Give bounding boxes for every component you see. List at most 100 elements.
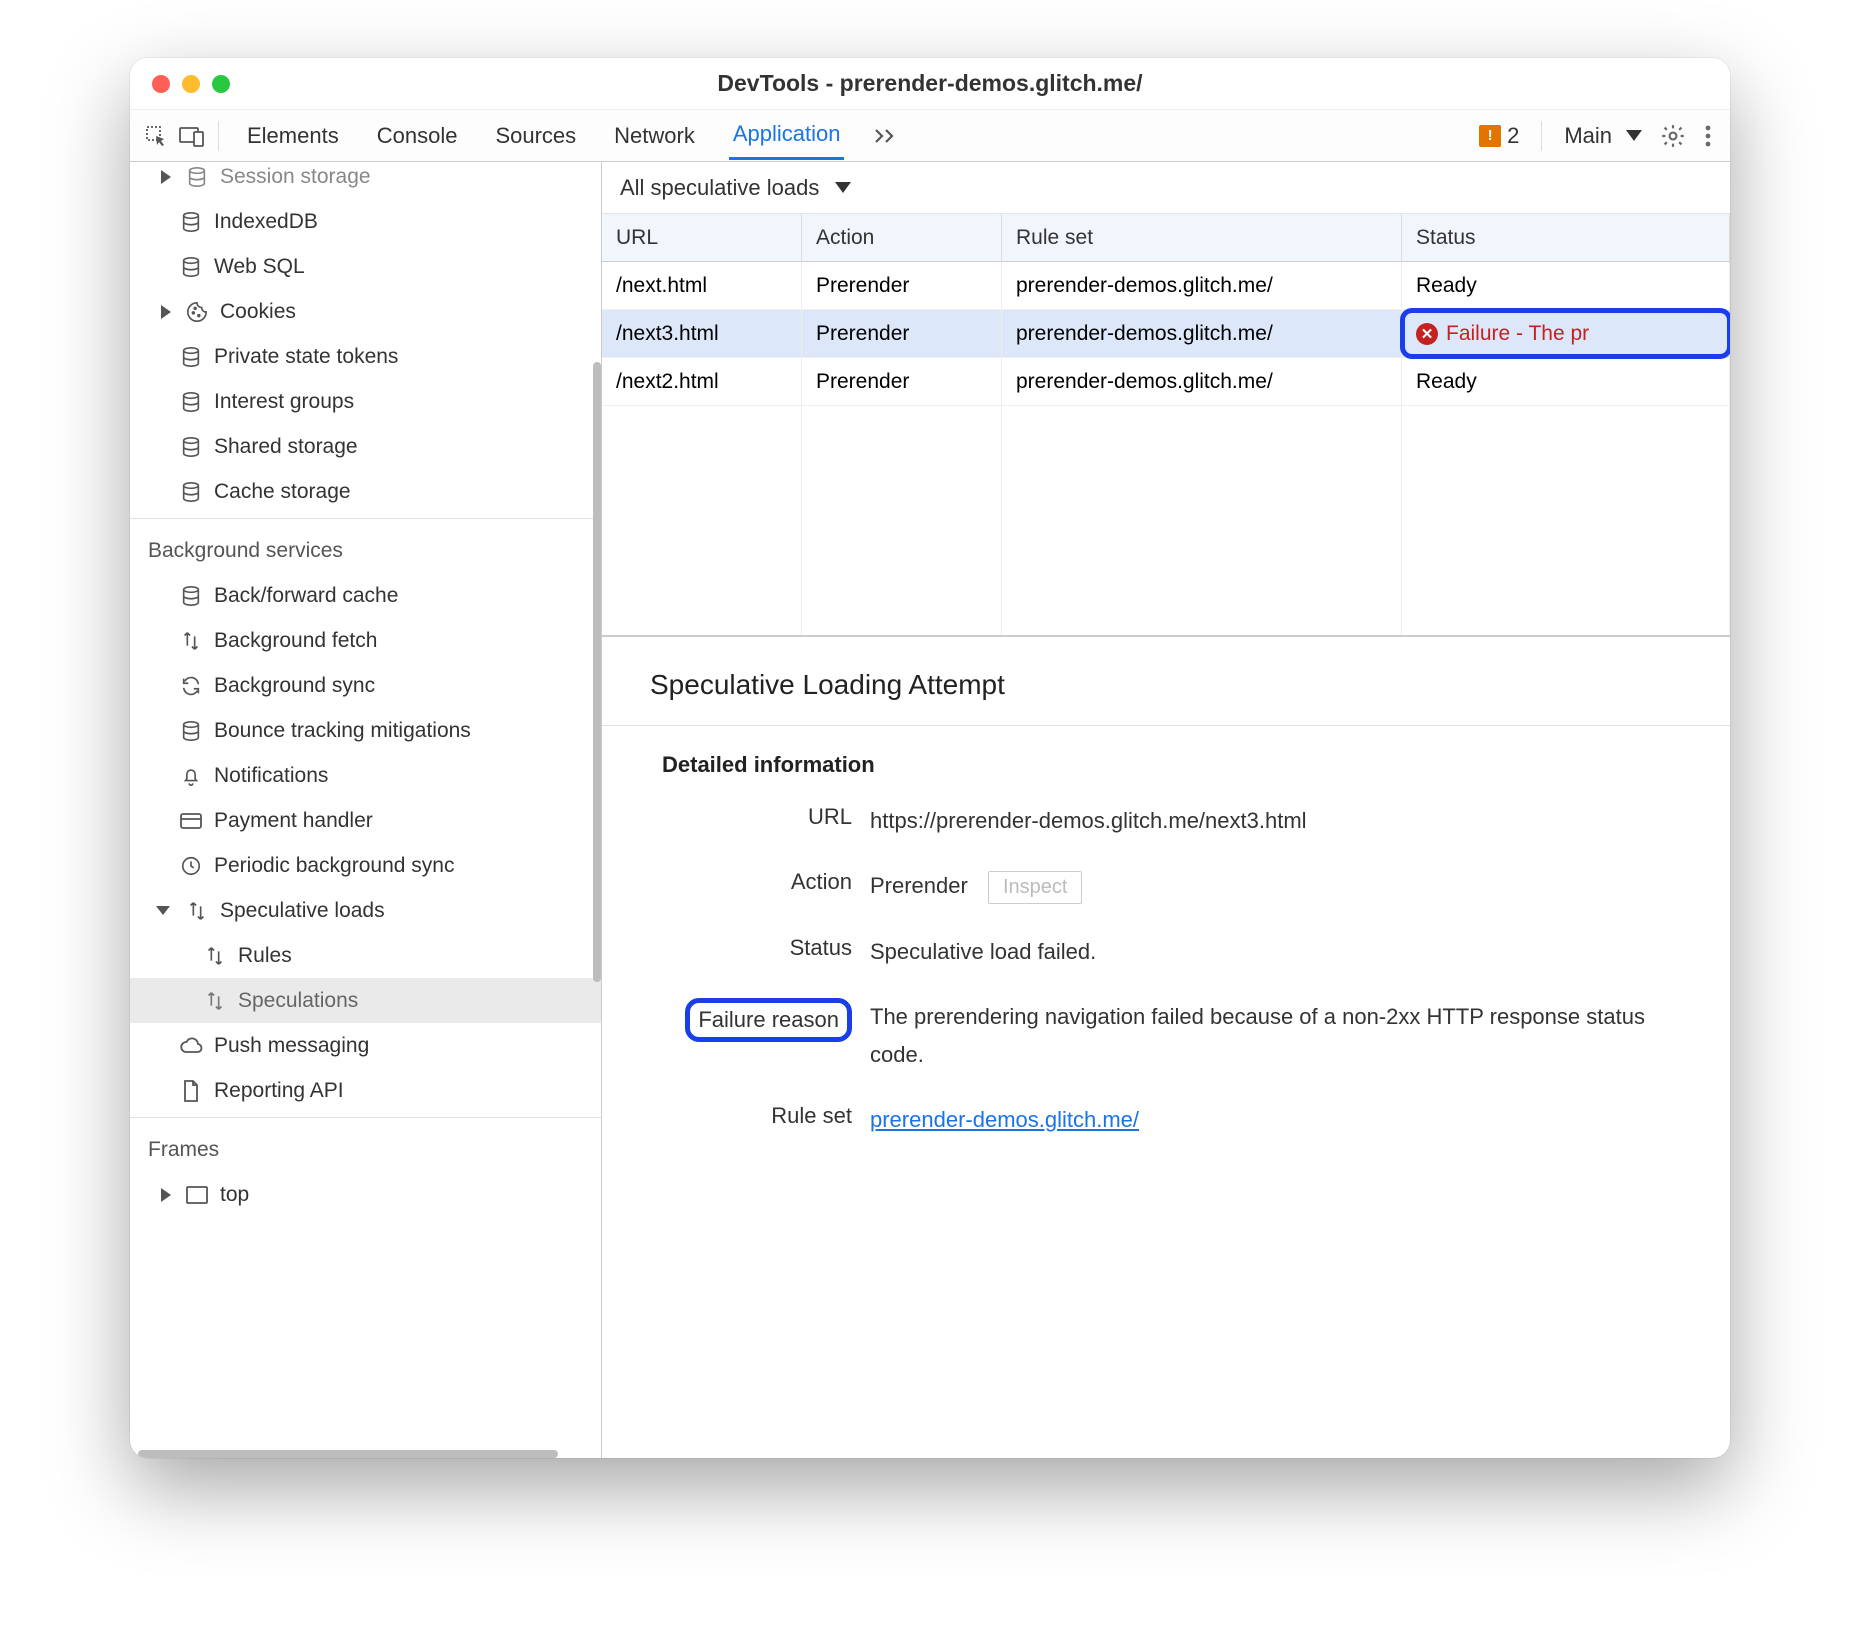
- disclosure-icon: [161, 1188, 171, 1202]
- tab-application[interactable]: Application: [729, 111, 845, 160]
- detail-row-ruleset: Rule set prerender-demos.glitch.me/: [662, 1101, 1690, 1138]
- sidebar-item-push-messaging[interactable]: Push messaging: [130, 1023, 601, 1068]
- sidebar-item-shared-storage[interactable]: Shared storage: [130, 424, 601, 469]
- cell-url: /next.html: [602, 262, 802, 309]
- toolbar-divider: [218, 121, 219, 151]
- detail-value: The prerendering navigation failed becau…: [870, 998, 1690, 1073]
- sidebar-item-rules[interactable]: Rules: [130, 933, 601, 978]
- sidebar-item-periodic-sync[interactable]: Periodic background sync: [130, 843, 601, 888]
- detail-value: https://prerender-demos.glitch.me/next3.…: [870, 802, 1690, 839]
- sidebar-section-frames: Frames: [130, 1117, 601, 1172]
- sidebar-item-websql[interactable]: Web SQL: [130, 244, 601, 289]
- sidebar-item-label: top: [220, 1183, 249, 1207]
- table-row[interactable]: /next2.html Prerender prerender-demos.gl…: [602, 358, 1730, 406]
- tab-sources[interactable]: Sources: [491, 113, 580, 159]
- cell-action: Prerender: [802, 262, 1002, 309]
- sidebar-item-label: Push messaging: [214, 1034, 369, 1058]
- sidebar-item-bfcache[interactable]: Back/forward cache: [130, 573, 601, 618]
- database-icon: [178, 479, 204, 505]
- cell-status: Ready: [1402, 262, 1730, 309]
- sidebar-scrollbar-horizontal[interactable]: [138, 1450, 558, 1458]
- sidebar-item-label: Web SQL: [214, 255, 305, 279]
- sidebar-item-label: Cookies: [220, 300, 296, 324]
- file-icon: [178, 1078, 204, 1104]
- col-status[interactable]: Status: [1402, 214, 1730, 262]
- detail-row-url: URL https://prerender-demos.glitch.me/ne…: [662, 802, 1690, 839]
- device-toggle-icon[interactable]: [178, 122, 206, 150]
- ruleset-link[interactable]: prerender-demos.glitch.me/: [870, 1107, 1139, 1132]
- sidebar-item-label: Session storage: [220, 165, 371, 189]
- tab-console[interactable]: Console: [373, 113, 462, 159]
- sidebar-section-background-services: Background services: [130, 518, 601, 573]
- detail-row-action: Action Prerender Inspect: [662, 867, 1690, 904]
- minimize-window-button[interactable]: [182, 75, 200, 93]
- cell-ruleset: prerender-demos.glitch.me/: [1002, 358, 1402, 405]
- sidebar-item-frame-top[interactable]: top: [130, 1172, 601, 1217]
- table-row[interactable]: /next.html Prerender prerender-demos.gli…: [602, 262, 1730, 310]
- more-tabs-icon[interactable]: [874, 128, 898, 144]
- sidebar-scrollbar-vertical[interactable]: [593, 362, 601, 982]
- titlebar: DevTools - prerender-demos.glitch.me/: [130, 58, 1730, 110]
- database-icon: [184, 164, 210, 190]
- sidebar-item-cookies[interactable]: Cookies: [130, 289, 601, 334]
- sidebar-item-payment-handler[interactable]: Payment handler: [130, 798, 601, 843]
- sidebar-item-speculative-loads[interactable]: Speculative loads: [130, 888, 601, 933]
- close-window-button[interactable]: [152, 75, 170, 93]
- table-row[interactable]: /next3.html Prerender prerender-demos.gl…: [602, 310, 1730, 358]
- inspect-icon[interactable]: [142, 122, 170, 150]
- sync-icon: [178, 673, 204, 699]
- panel-tabs: Elements Console Sources Network Applica…: [243, 111, 1471, 160]
- section-title: Speculative Loading Attempt: [602, 637, 1730, 726]
- filter-dropdown[interactable]: All speculative loads: [602, 162, 1730, 214]
- detail-label: Rule set: [662, 1101, 852, 1129]
- speculations-table: URL Action Rule set Status /next.html Pr…: [602, 214, 1730, 637]
- sidebar-item-indexeddb[interactable]: IndexedDB: [130, 199, 601, 244]
- sidebar-item-speculations[interactable]: Speculations: [130, 978, 601, 1023]
- sidebar-item-background-fetch[interactable]: Background fetch: [130, 618, 601, 663]
- tab-network[interactable]: Network: [610, 113, 699, 159]
- detail-value: Prerender Inspect: [870, 867, 1690, 904]
- cell-url: /next2.html: [602, 358, 802, 405]
- panel-body: Session storage IndexedDB Web SQL Cookie…: [130, 162, 1730, 1458]
- col-action[interactable]: Action: [802, 214, 1002, 262]
- cell-status: ✕ Failure - The pr: [1402, 310, 1730, 357]
- main-toolbar: Elements Console Sources Network Applica…: [130, 110, 1730, 162]
- warning-icon: !: [1479, 125, 1501, 147]
- sidebar-item-interest-groups[interactable]: Interest groups: [130, 379, 601, 424]
- database-icon: [178, 254, 204, 280]
- details-panel: Detailed information URL https://prerend…: [602, 726, 1730, 1186]
- more-menu-icon[interactable]: [1704, 125, 1712, 147]
- database-icon: [178, 389, 204, 415]
- sidebar-item-label: Background sync: [214, 674, 375, 698]
- detail-label-failure-reason: Failure reason: [685, 998, 852, 1042]
- frame-icon: [184, 1182, 210, 1208]
- sidebar-item-label: Speculative loads: [220, 899, 385, 923]
- sidebar-item-cache-storage[interactable]: Cache storage: [130, 469, 601, 514]
- sidebar-item-session-storage[interactable]: Session storage: [130, 162, 601, 199]
- cell-status: Ready: [1402, 358, 1730, 405]
- target-dropdown[interactable]: Main: [1564, 123, 1642, 149]
- sidebar-item-label: Cache storage: [214, 480, 351, 504]
- col-ruleset[interactable]: Rule set: [1002, 214, 1402, 262]
- maximize-window-button[interactable]: [212, 75, 230, 93]
- sidebar-item-label: Private state tokens: [214, 345, 398, 369]
- col-url[interactable]: URL: [602, 214, 802, 262]
- sidebar-item-label: Interest groups: [214, 390, 354, 414]
- sidebar-item-background-sync[interactable]: Background sync: [130, 663, 601, 708]
- database-icon: [178, 344, 204, 370]
- sidebar-item-notifications[interactable]: Notifications: [130, 753, 601, 798]
- detail-value: Speculative load failed.: [870, 933, 1690, 970]
- sidebar-item-reporting-api[interactable]: Reporting API: [130, 1068, 601, 1113]
- window-title: DevTools - prerender-demos.glitch.me/: [130, 70, 1730, 97]
- disclosure-open-icon: [156, 906, 170, 915]
- chevron-down-icon: [1626, 130, 1642, 141]
- issues-badge[interactable]: ! 2: [1479, 123, 1519, 149]
- inspect-button[interactable]: Inspect: [988, 871, 1082, 904]
- sidebar-item-bounce-tracking[interactable]: Bounce tracking mitigations: [130, 708, 601, 753]
- issues-count: 2: [1507, 123, 1519, 149]
- disclosure-icon: [161, 170, 171, 184]
- sidebar-item-private-state-tokens[interactable]: Private state tokens: [130, 334, 601, 379]
- tab-elements[interactable]: Elements: [243, 113, 343, 159]
- sidebar-item-label: Rules: [238, 944, 292, 968]
- settings-icon[interactable]: [1660, 123, 1686, 149]
